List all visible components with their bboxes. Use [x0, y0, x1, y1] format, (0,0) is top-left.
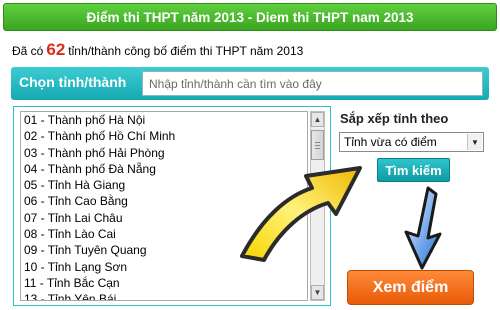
list-item[interactable]: 11 - Tỉnh Bắc Cạn — [21, 275, 307, 291]
search-button[interactable]: Tìm kiếm — [377, 158, 450, 182]
scroll-up-icon[interactable]: ▲ — [311, 112, 324, 127]
search-input[interactable] — [142, 71, 483, 96]
summary-prefix: Đã có — [12, 44, 44, 58]
sort-label: Sắp xếp tỉnh theo — [340, 111, 449, 126]
search-label: Chọn tỉnh/thành — [19, 74, 127, 90]
list-item[interactable]: 02 - Thành phố Hồ Chí Minh — [21, 128, 307, 144]
grip-line — [315, 142, 320, 143]
sort-selected-value: Tỉnh vừa có điểm — [344, 135, 437, 149]
blue-arrow-icon — [404, 186, 442, 270]
page-header: Điểm thi THPT năm 2013 - Diem thi THPT n… — [3, 3, 497, 31]
list-item[interactable]: 01 - Thành phố Hà Nội — [21, 112, 307, 128]
chevron-down-icon[interactable]: ▼ — [467, 134, 482, 150]
search-bar: Chọn tỉnh/thành — [11, 67, 489, 100]
page-title: Điểm thi THPT năm 2013 - Diem thi THPT n… — [86, 9, 414, 25]
summary-suffix: tỉnh/thành công bố điểm thi THPT năm 201… — [68, 44, 304, 58]
yellow-arrow-icon — [240, 166, 362, 262]
scroll-down-icon[interactable]: ▼ — [311, 285, 324, 300]
province-count: 62 — [46, 40, 66, 59]
grip-line — [315, 145, 320, 146]
list-item[interactable]: 13 - Tỉnh Yên Bái — [21, 291, 307, 300]
summary-text: Đã có 62 tỉnh/thành công bố điểm thi THP… — [12, 40, 303, 60]
view-scores-button[interactable]: Xem điểm — [347, 270, 474, 305]
